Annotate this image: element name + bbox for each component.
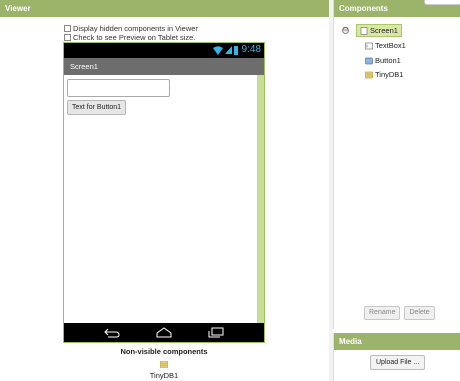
recent-apps-icon[interactable] [208,327,224,338]
show-hidden-row[interactable]: Display hidden components in Viewer [64,24,198,33]
textbox1-preview[interactable] [67,79,170,97]
tree-item-textbox1[interactable]: TextBox1 [365,41,406,50]
button-icon [365,57,373,64]
tree-root[interactable]: ⊟ Screen1 [342,24,402,37]
media-header: Media [334,333,460,350]
tree-item-screen1[interactable]: Screen1 [356,24,402,37]
navigation-bar [64,323,264,342]
tinydb-icon [365,71,373,78]
components-header: Components [334,0,460,17]
app-inventor-designer: Viewer Display hidden components in View… [0,0,460,381]
back-icon[interactable] [104,327,120,338]
status-bar: 9:48 [64,43,264,58]
tree-item-label: TinyDB1 [375,70,404,79]
collapse-icon[interactable]: ⊟ [342,27,349,34]
viewer-header: Viewer [0,0,329,17]
phone-preview: 9:48 Screen1 Text for Button1 [63,42,265,343]
tree-item-label: Button1 [375,56,401,65]
tablet-preview-checkbox[interactable] [64,34,71,41]
show-hidden-checkbox[interactable] [64,25,71,32]
components-title: Components [339,4,388,13]
screen-icon [360,26,368,35]
screen-scrollbar[interactable] [257,75,264,323]
nonvisible-components-title: Non-visible components [120,347,208,356]
nonvisible-item-tinydb1[interactable]: TinyDB1 [63,371,265,380]
tinydb-icon [160,361,168,368]
panel-tab[interactable] [424,0,460,5]
components-panel: Components ⊟ Screen1 TextBox1 Button1 Ti… [333,0,460,329]
tablet-preview-label: Check to see Preview on Tablet size. [73,33,196,42]
battery-icon [233,45,238,55]
textbox-icon [365,42,373,49]
button1-preview[interactable]: Text for Button1 [67,100,127,115]
screen-title-bar: Screen1 [64,58,264,75]
viewer-panel: Viewer Display hidden components in View… [0,0,329,381]
component-actions: Rename Delete [364,306,435,320]
delete-button[interactable]: Delete [404,306,435,320]
upload-file-button[interactable]: Upload File ... [370,355,426,370]
tree-item-label: Screen1 [370,26,398,35]
home-icon[interactable] [156,327,172,338]
tree-item-label: TextBox1 [375,41,406,50]
show-hidden-label: Display hidden components in Viewer [73,24,198,33]
signal-icon [224,46,232,54]
tree-item-button1[interactable]: Button1 [365,56,401,65]
status-clock: 9:48 [241,44,261,55]
wifi-icon [212,45,223,55]
tablet-preview-row[interactable]: Check to see Preview on Tablet size. [64,33,195,42]
media-panel: Media Upload File ... [333,333,460,381]
rename-button[interactable]: Rename [364,306,401,320]
tree-item-tinydb1[interactable]: TinyDB1 [365,70,403,79]
